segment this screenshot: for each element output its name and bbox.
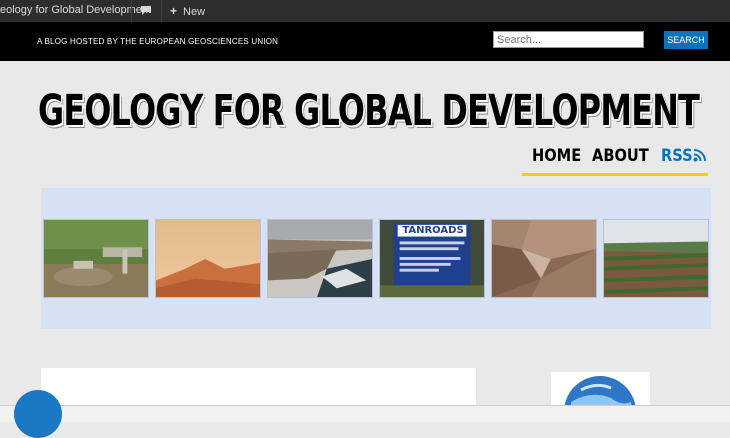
slider-image-water-pump[interactable] [43, 219, 149, 298]
admin-bar-divider [131, 0, 132, 22]
floating-chat-button[interactable] [14, 390, 62, 438]
admin-bar-divider [161, 0, 162, 22]
plus-icon: + [170, 4, 178, 18]
slider-image-farm-field[interactable] [603, 219, 709, 298]
nav-rss-link[interactable]: RSS [661, 146, 693, 166]
site-title[interactable]: GEOLOGY FOR GLOBAL DEVELOPMENT [38, 86, 700, 136]
slider-image-tanroads-sign[interactable]: TANROADS [379, 219, 485, 298]
admin-bar-new-label: New [183, 6, 206, 18]
rss-feed-icon[interactable] [693, 148, 707, 162]
tanroads-sign-text: TANROADS [402, 225, 464, 236]
search-button[interactable]: SEARCH [664, 31, 708, 49]
admin-bar-site-link[interactable]: eology for Global Development [0, 4, 151, 16]
admin-bar: eology for Global Development + New [0, 0, 730, 22]
main-navigation: HOME ABOUT RSS [522, 146, 708, 176]
site-tagline: A BLOG HOSTED BY THE EUROPEAN GEOSCIENCE… [37, 37, 279, 46]
slider-image-coastal-cliffs[interactable] [267, 219, 373, 298]
nav-home-link[interactable]: HOME [532, 146, 581, 166]
speech-bubble-icon[interactable] [140, 5, 152, 16]
site-header-bar: A BLOG HOSTED BY THE EUROPEAN GEOSCIENCE… [0, 22, 730, 61]
bottom-scroll-strip [0, 405, 730, 422]
nav-about-link[interactable]: ABOUT [592, 146, 649, 166]
image-slider: TANROADS [41, 188, 711, 329]
admin-bar-new-button[interactable]: + New [170, 4, 205, 18]
search-input[interactable] [493, 31, 644, 48]
slider-image-desert-dunes[interactable] [155, 219, 261, 298]
slider-image-rock-outcrop[interactable] [491, 219, 597, 298]
